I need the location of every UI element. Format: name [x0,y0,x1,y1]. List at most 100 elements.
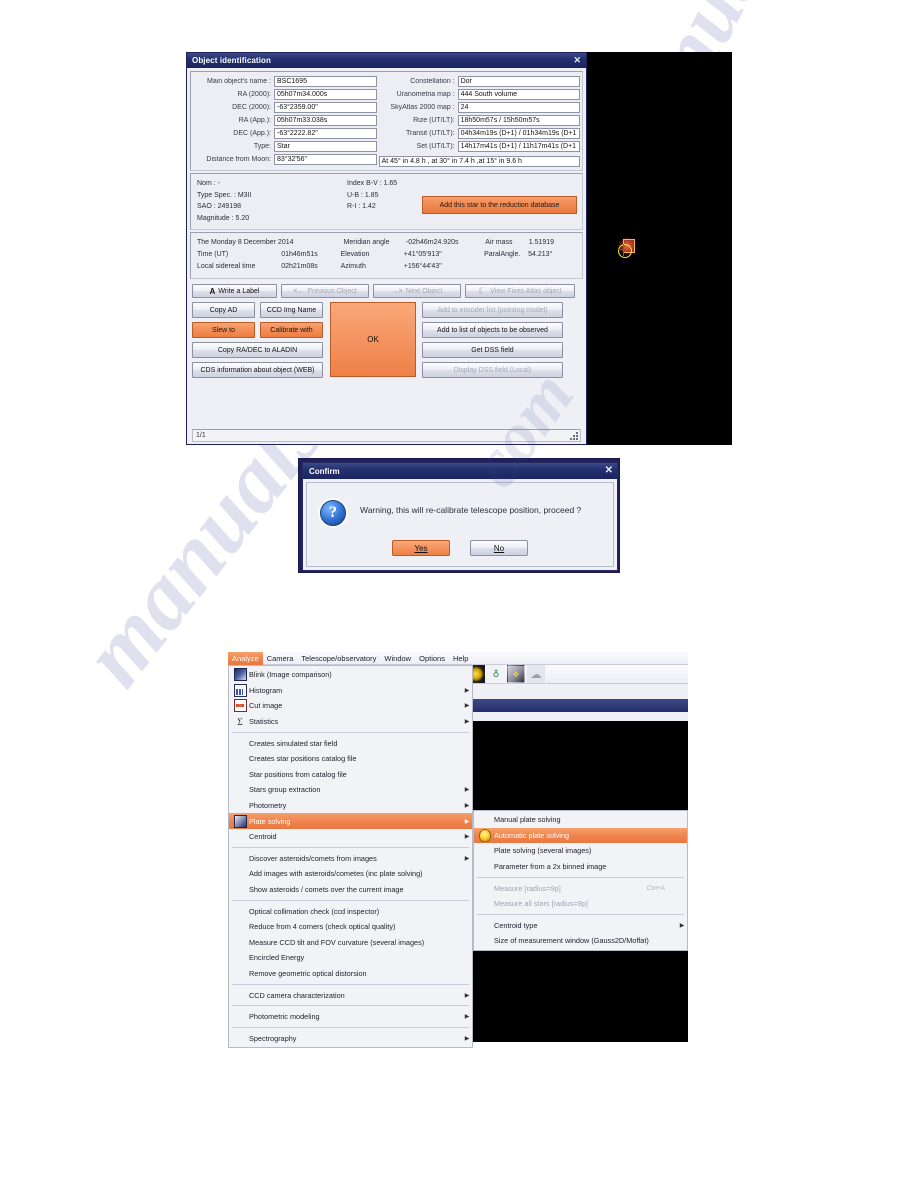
cloud-tool-icon[interactable]: ☁ [527,665,545,683]
menubar-item-camera[interactable]: Camera [263,652,298,665]
field-row: Type: Star [193,141,377,152]
yes-button[interactable]: Yes [392,540,450,556]
menu-item-plate-solving[interactable]: Plate solving ▶ [229,813,472,829]
uranometria-map-field[interactable]: 444 South volume [457,89,580,100]
dec-app-field[interactable]: -63°2222.82" [274,128,377,139]
display-dss-field-button[interactable]: Display DSS field (Local) [422,362,563,378]
menu-item-photometry[interactable]: Photometry ▶ [229,798,472,814]
set-field[interactable]: 14h17m41s (D+1) / 11h17m41s (D+1 [457,141,580,152]
submenu-item-automatic-plate-solving[interactable]: Automatic plate solving [474,827,687,844]
menubar-item-help[interactable]: Help [449,652,472,665]
submenu-item-label: Size of measurement window (Gauss2D/Moff… [494,936,649,946]
submenu-item-measure-radius-9p[interactable]: Measure [radius=9p] Ctrl+A [474,880,687,896]
submenu-item-measure-all-stars-radius-9p[interactable]: Measure all stars [radius=9p] [474,896,687,912]
page-canvas: manualshive.com manualshive Object ident… [0,0,918,1188]
camera-tool-icon[interactable]: ❖ [507,665,525,683]
add-star-to-reduction-database-button[interactable]: Add this star to the reduction database [422,196,577,214]
ephemeris-row: Time (UT) 01h46m51s Elevation +41°05'913… [197,249,576,261]
add-to-observation-list-button[interactable]: Add to list of objects to be observed [422,322,563,338]
field-row: RA (2000): 05h07m34.000s [193,89,377,100]
menubar-item-label: Window [384,653,412,663]
subwindow-titlebar [465,699,688,712]
yes-button-label: Yes [414,543,428,553]
menu-item-stars-group-extraction[interactable]: Stars group extraction ▶ [229,782,472,798]
air-mass-value: 1.51919 [528,239,555,246]
submenu-arrow-icon: ▶ [464,787,470,794]
submenu-item-size-of-measurement-window-gauss2d-moffat[interactable]: Size of measurement window (Gauss2D/Moff… [474,933,687,949]
get-dss-field-button[interactable]: Get DSS field [422,342,563,358]
submenu-item-label: Centroid type [494,920,538,930]
menu-item-spectrography[interactable]: Spectrography ▶ [229,1030,472,1046]
rise-field[interactable]: 18h50m57s / 15h50m57s [457,115,580,126]
menu-item-icon-slot [231,668,249,682]
menu-item-ccd-camera-characterization[interactable]: CCD camera characterization ▶ [229,987,472,1003]
dec-2000-field[interactable]: -63°2359.00" [274,102,377,113]
add-to-encoder-list-button[interactable]: Add to encoder list (pointing model) [422,302,563,318]
menu-item-label: Histogram [249,685,283,695]
constellation-field[interactable]: Dor [457,76,580,87]
catalog-sao: SAO : 249198 [197,203,241,210]
menubar-item-options[interactable]: Options [415,652,449,665]
menubar-item-analyze[interactable]: Analyze [228,651,263,665]
ra-app-field[interactable]: 05h07m33.038s [274,115,377,126]
menu-item-photometric-modeling[interactable]: Photometric modeling ▶ [229,1009,472,1025]
menu-item-reduce-from-4-corners-check-optical-qualit[interactable]: Reduce from 4 corners (check optical qua… [229,919,472,935]
menu-item-creates-star-positions-catalog-file[interactable]: Creates star positions catalog file [229,751,472,767]
write-a-label-button[interactable]: A Write a Label [192,284,277,298]
menu-item-histogram[interactable]: Histogram ▶ [229,683,472,699]
calibrate-with-button[interactable]: Calibrate with [260,322,323,338]
menu-item-blink-image-comparison[interactable]: Blink (Image comparison) [229,667,472,683]
previous-object-button[interactable]: <← Previous Object [281,284,369,298]
slew-to-button[interactable]: Slew to [192,322,255,338]
menu-item-label: Encircled Energy [249,953,305,963]
dialog-status-bar: 1/1 [192,429,581,442]
green-tool-icon[interactable]: ♁ [487,665,505,683]
catalog-index-bv: Index B-V : 1.65 [347,180,398,187]
object-name-field[interactable]: BSC1695 [274,76,377,87]
sidereal-time-value: 02h21m08s [281,263,318,270]
menu-item-add-images-with-asteroids-cometes-inc-plat[interactable]: Add images with asteroids/cometes (inc p… [229,866,472,882]
ccd-img-name-button[interactable]: CCD Img Name [260,302,323,318]
menubar-item-telescope-observatory[interactable]: Telescope/observatory [297,652,380,665]
menubar-item-window[interactable]: Window [380,652,415,665]
menu-item-encircled-energy[interactable]: Encircled Energy [229,950,472,966]
altitude-note: At 45° in 4.8 h , at 30° in 7.4 h ,at 15… [378,156,580,167]
submenu-item-label: Parameter from a 2x binned image [494,862,607,872]
menu-item-cut-image[interactable]: Cut image ▶ [229,698,472,714]
menu-item-measure-ccd-tilt-and-fov-curvature-several[interactable]: Measure CCD tilt and FOV curvature (seve… [229,935,472,951]
next-object-button[interactable]: →> Next Object [373,284,461,298]
meridian-angle-label: Meridian angle [343,239,390,246]
menu-item-creates-simulated-star-field[interactable]: Creates simulated star field [229,735,472,751]
ok-button[interactable]: OK [330,302,416,377]
cds-information-button[interactable]: CDS information about object (WEB) [192,362,323,378]
menu-item-discover-asteroids-comets-from-images[interactable]: Discover asteroids/comets from images ▶ [229,851,472,867]
view-fixes-atlas-object-button[interactable]: ☾ View Fixes Atlas object [465,284,575,298]
menu-separator [232,1005,469,1007]
submenu-item-parameter-from-a-2x-binned-image[interactable]: Parameter from a 2x binned image [474,859,687,875]
skyatlas-map-field[interactable]: 24 [457,102,580,113]
copy-radec-to-aladin-button[interactable]: Copy RA/DEC to ALADIN [192,342,323,358]
submenu-arrow-icon: ▶ [464,818,470,825]
menu-item-label: Statistics [249,717,279,727]
transit-field[interactable]: 04h34m19s (D+1) / 01h34m19s (D+1 [457,128,580,139]
menu-item-optical-collimation-check-ccd-inspector[interactable]: Optical collimation check (ccd inspector… [229,903,472,919]
submenu-item-centroid-type[interactable]: Centroid type ▶ [474,918,687,934]
close-icon[interactable]: ✕ [605,466,613,476]
no-button[interactable]: No [470,540,528,556]
ephemeris-panel: The Monday 8 December 2014 Meridian angl… [190,232,583,279]
ephemeris-blank [285,237,344,249]
menu-item-statistics[interactable]: Σ Statistics ▶ [229,714,472,730]
menu-item-star-positions-from-catalog-file[interactable]: Star positions from catalog file [229,767,472,783]
resize-grip-icon[interactable] [570,432,578,440]
menu-item-remove-geometric-optical-distorsion[interactable]: Remove geometric optical distorsion [229,966,472,982]
close-icon[interactable]: ✕ [571,56,583,65]
menu-item-show-asteroids-comets-over-the-current-ima[interactable]: Show asteroids / comets over the current… [229,882,472,898]
submenu-item-plate-solving-several-images[interactable]: Plate solving (several images) [474,843,687,859]
copy-ad-button[interactable]: Copy AD [192,302,255,318]
submenu-item-manual-plate-solving[interactable]: Manual plate solving [474,812,687,828]
sky-image-panel[interactable] [587,52,732,445]
distance-from-moon-field[interactable]: 83°32'56" [274,154,377,165]
menu-item-centroid[interactable]: Centroid ▶ [229,829,472,845]
type-field[interactable]: Star [274,141,377,152]
ra-2000-field[interactable]: 05h07m34.000s [274,89,377,100]
